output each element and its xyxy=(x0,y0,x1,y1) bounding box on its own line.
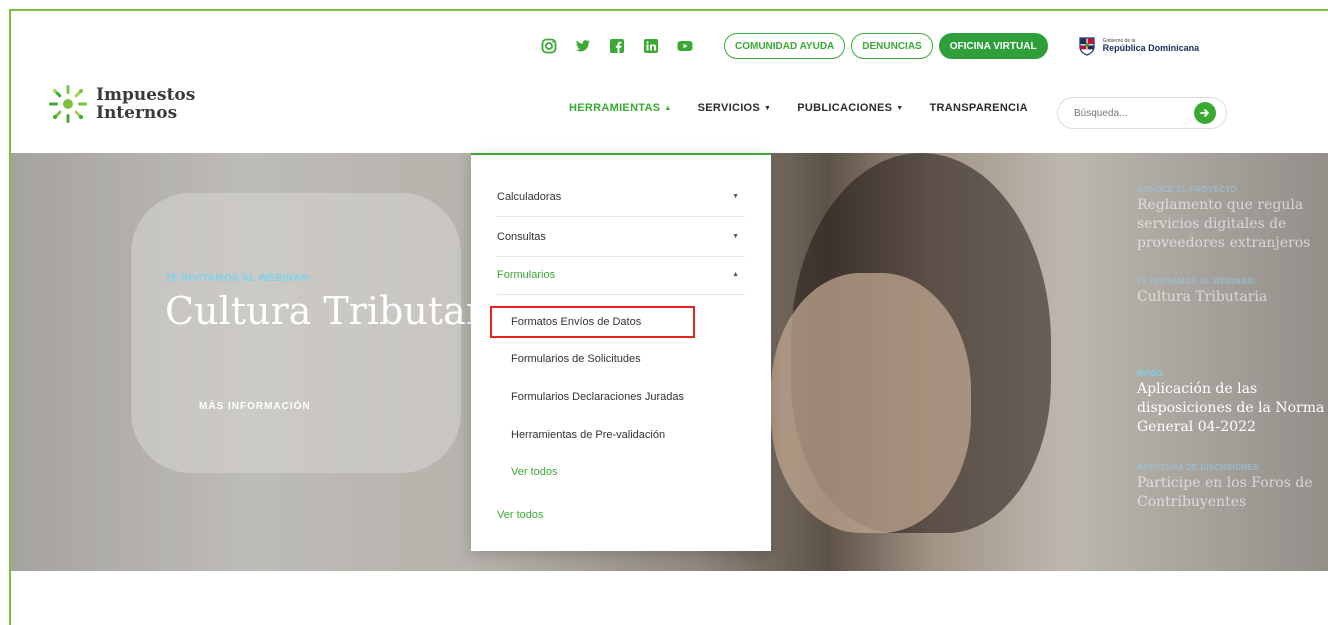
denuncias-button[interactable]: DENUNCIAS xyxy=(851,33,933,59)
chevron-down-icon: ▼ xyxy=(896,104,904,112)
youtube-icon[interactable] xyxy=(676,37,694,55)
arrow-right-icon xyxy=(1200,109,1209,117)
search-input[interactable] xyxy=(1074,107,1174,119)
nav-publicaciones-label: PUBLICACIONES xyxy=(797,102,893,114)
submenu-declaraciones-juradas[interactable]: Formularios Declaraciones Juradas xyxy=(511,391,684,403)
nav-herramientas[interactable]: HERRAMIENTAS ▲ xyxy=(569,102,672,114)
submenu-pre-validacion[interactable]: Herramientas de Pre-validación xyxy=(511,429,665,441)
utility-bar: COMUNIDAD AYUDA DENUNCIAS OFICINA VIRTUA… xyxy=(540,32,1199,60)
side-news-2[interactable]: TE INVITAMOS AL WEBINAR: Cultura Tributa… xyxy=(1137,277,1328,307)
chevron-down-icon: ▼ xyxy=(764,104,772,112)
nav-servicios[interactable]: SERVICIOS ▼ xyxy=(698,102,772,114)
hero-title: Cultura Tributaria xyxy=(165,289,519,333)
dropdown-item-consultas[interactable]: Consultas ▼ xyxy=(497,217,745,257)
submenu-formularios-solicitudes[interactable]: Formularios de Solicitudes xyxy=(511,353,641,365)
hero-kicker: TE INVITAMOS AL WEBINAR: xyxy=(165,273,313,284)
dropdown-item-label: Consultas xyxy=(497,230,546,243)
side-news-1[interactable]: CONOCE EL PROYECTO: Reglamento que regul… xyxy=(1137,185,1328,253)
chevron-down-icon: ▼ xyxy=(732,233,739,240)
dropdown-item-calculadoras[interactable]: Calculadoras ▼ xyxy=(497,177,745,217)
gobierno-logo[interactable]: Gobierno de la República Dominicana xyxy=(1076,35,1200,57)
chevron-up-icon: ▲ xyxy=(664,104,672,112)
chevron-up-icon: ▲ xyxy=(732,271,739,278)
coat-of-arms-icon xyxy=(1078,37,1095,56)
dropdown-item-label: Formularios xyxy=(497,268,556,281)
side-news-text: Reglamento que regula servicios digitale… xyxy=(1137,197,1311,251)
side-news-text: Cultura Tributaria xyxy=(1137,289,1268,305)
instagram-icon[interactable] xyxy=(540,37,558,55)
submenu-ver-todos[interactable]: Ver todos xyxy=(511,466,557,478)
oficina-virtual-button[interactable]: OFICINA VIRTUAL xyxy=(938,33,1048,59)
nav-herramientas-label: HERRAMIENTAS xyxy=(569,102,661,114)
highlight-box xyxy=(490,306,695,338)
side-news-4[interactable]: APERTURA DE DISCUSIONES Participe en los… xyxy=(1137,463,1328,512)
dropdown-ver-todos[interactable]: Ver todos xyxy=(497,509,543,521)
facebook-icon[interactable] xyxy=(608,37,626,55)
side-news-kicker: TE INVITAMOS AL WEBINAR: xyxy=(1137,277,1257,286)
herramientas-dropdown: Calculadoras ▼ Consultas ▼ Formularios ▲… xyxy=(471,153,771,551)
side-news-kicker: CONOCE EL PROYECTO: xyxy=(1137,185,1240,194)
comunidad-ayuda-button[interactable]: COMUNIDAD AYUDA xyxy=(724,33,846,59)
sun-logo-icon xyxy=(49,85,87,123)
side-news-text: Aplicación de las disposiciones de la No… xyxy=(1137,381,1325,435)
nav-transparencia[interactable]: TRANSPARENCIA xyxy=(929,102,1027,114)
dropdown-item-formularios[interactable]: Formularios ▲ xyxy=(497,255,745,295)
dropdown-item-label: Calculadoras xyxy=(497,190,562,203)
search-submit-button[interactable] xyxy=(1194,102,1216,124)
side-news-kicker: APERTURA DE DISCUSIONES xyxy=(1137,463,1259,472)
nav-publicaciones[interactable]: PUBLICACIONES ▼ xyxy=(797,102,903,114)
site-logo[interactable]: Impuestos Internos xyxy=(46,82,195,126)
nav-transparencia-label: TRANSPARENCIA xyxy=(929,102,1028,114)
main-nav: HERRAMIENTAS ▲ SERVICIOS ▼ PUBLICACIONES ▼ … xyxy=(569,102,1054,114)
search-box xyxy=(1057,97,1227,129)
logo-line-1: Impuestos xyxy=(96,85,196,105)
side-news-kicker: AVISO xyxy=(1137,369,1163,378)
chevron-down-icon: ▼ xyxy=(732,193,739,200)
side-news-3[interactable]: AVISO Aplicación de las disposiciones de… xyxy=(1137,369,1328,437)
side-news-text: Participe en los Foros de Contribuyentes xyxy=(1137,475,1313,510)
linkedin-icon[interactable] xyxy=(642,37,660,55)
logo-line-2: Internos xyxy=(96,103,178,123)
twitter-icon[interactable] xyxy=(574,37,592,55)
gov-title: República Dominicana xyxy=(1102,43,1200,53)
nav-servicios-label: SERVICIOS xyxy=(697,102,761,114)
mas-informacion-link[interactable]: MÁS INFORMACIÓN xyxy=(199,401,311,412)
